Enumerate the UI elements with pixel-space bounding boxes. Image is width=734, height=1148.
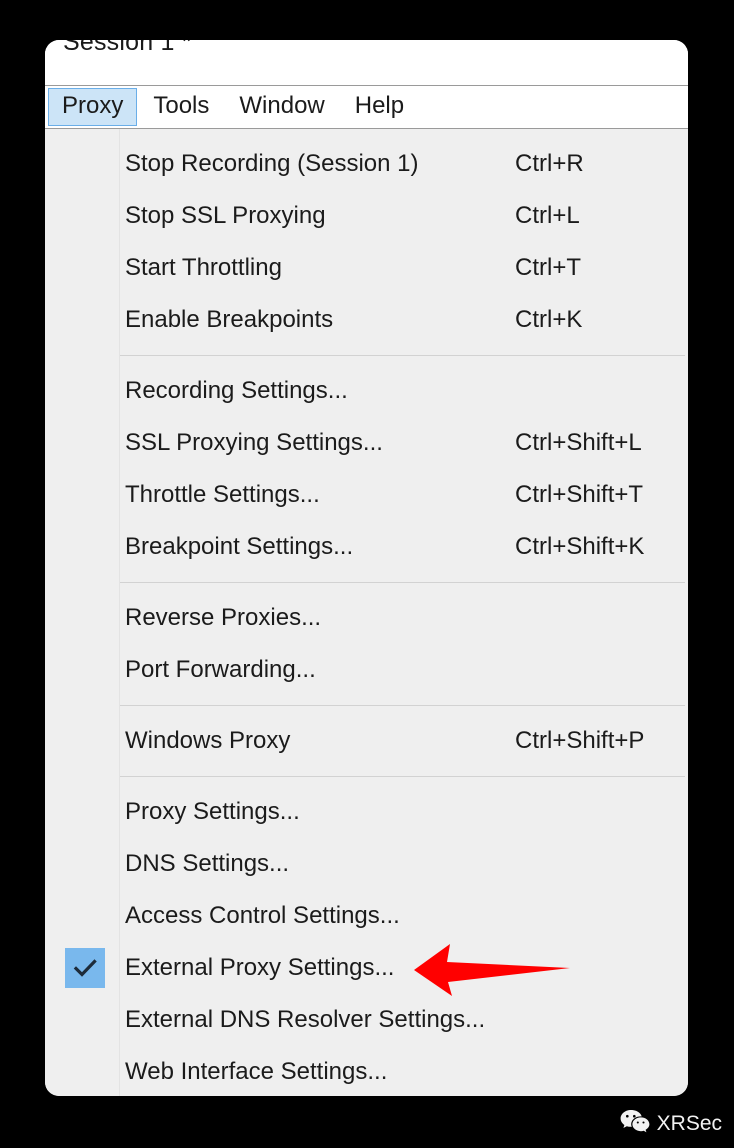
menu-item[interactable]: Access Control Settings... (45, 890, 688, 942)
menu-item[interactable]: Proxy Settings... (45, 786, 688, 838)
menu-item-shortcut: Ctrl+K (515, 307, 582, 333)
wechat-icon (620, 1108, 650, 1138)
proxy-dropdown-menu[interactable]: Stop Recording (Session 1) Ctrl+R Stop SSL… (45, 129, 688, 1096)
menu-item-label: Web Interface Settings... (125, 1059, 387, 1085)
menu-item-label: Reverse Proxies... (125, 605, 321, 631)
menu-item-label: Start Throttling (125, 255, 282, 281)
menu-item-label: External Proxy Settings... (125, 955, 394, 981)
watermark-label: XRSec (657, 1113, 722, 1134)
group-spacer (45, 346, 688, 355)
menu-item-shortcut: Ctrl+R (515, 151, 584, 177)
menu-item[interactable]: Reverse Proxies... (45, 592, 688, 644)
menu-item-label: External DNS Resolver Settings... (125, 1007, 485, 1033)
menu-group: Stop Recording (Session 1) Ctrl+R Stop SSL… (45, 129, 688, 355)
watermark: XRSec (620, 1108, 722, 1138)
menu-item[interactable]: DNS Settings... (45, 838, 688, 890)
menu-item[interactable]: Start Throttling Ctrl+T (45, 242, 688, 294)
menu-group: Recording Settings... SSL Proxying Settin… (45, 356, 688, 582)
group-spacer (45, 356, 688, 365)
menu-item-shortcut: Ctrl+Shift+L (515, 430, 642, 456)
menu-item-label: Enable Breakpoints (125, 307, 333, 333)
menu-item[interactable]: Windows Proxy Ctrl+Shift+P (45, 715, 688, 767)
menu-item-label: DNS Settings... (125, 851, 289, 877)
menu-item-shortcut: Ctrl+Shift+T (515, 482, 643, 508)
menu-bar[interactable]: ProxyToolsWindowHelp (45, 86, 688, 129)
menubar-item-window[interactable]: Window (225, 88, 338, 126)
menubar-item-proxy[interactable]: Proxy (48, 88, 137, 126)
menu-item[interactable]: Port Forwarding... (45, 644, 688, 696)
menubar-item-tools[interactable]: Tools (139, 88, 223, 126)
group-spacer (45, 777, 688, 786)
menu-group: Windows Proxy Ctrl+Shift+P (45, 706, 688, 776)
menu-item-label: Stop SSL Proxying (125, 203, 326, 229)
menu-item[interactable]: Stop Recording (Session 1) Ctrl+R (45, 138, 688, 190)
menu-item[interactable]: Recording Settings... (45, 365, 688, 417)
menu-item-label: Port Forwarding... (125, 657, 316, 683)
menu-item-shortcut: Ctrl+L (515, 203, 580, 229)
menu-item[interactable]: Stop SSL Proxying Ctrl+L (45, 190, 688, 242)
menu-item[interactable]: Throttle Settings... Ctrl+Shift+T (45, 469, 688, 521)
group-spacer (45, 129, 688, 138)
menu-item-label: Access Control Settings... (125, 903, 400, 929)
menu-group: Reverse Proxies... Port Forwarding... (45, 583, 688, 705)
group-spacer (45, 767, 688, 776)
menu-group: Proxy Settings... DNS Settings... Access C… (45, 777, 688, 1096)
menu-item-label: Stop Recording (Session 1) (125, 151, 418, 177)
title-bar: Session 1 * (45, 40, 688, 86)
menu-item-shortcut: Ctrl+Shift+P (515, 728, 644, 754)
group-spacer (45, 706, 688, 715)
menu-item-label: Breakpoint Settings... (125, 534, 353, 560)
group-spacer (45, 696, 688, 705)
menu-item-label: Windows Proxy (125, 728, 290, 754)
menu-item[interactable]: External DNS Resolver Settings... (45, 994, 688, 1046)
menu-groups-container: Stop Recording (Session 1) Ctrl+R Stop SSL… (45, 129, 688, 1096)
application-window: Session 1 * ProxyToolsWindowHelp Stop Re… (45, 40, 688, 1096)
checkmark-icon (65, 948, 105, 988)
menu-item-shortcut: Ctrl+Shift+K (515, 534, 644, 560)
group-spacer (45, 583, 688, 592)
menu-item[interactable]: Enable Breakpoints Ctrl+K (45, 294, 688, 346)
menu-item-label: Proxy Settings... (125, 799, 300, 825)
group-spacer (45, 573, 688, 582)
menu-item-label: Throttle Settings... (125, 482, 320, 508)
menubar-item-help[interactable]: Help (341, 88, 418, 126)
menu-item-label: SSL Proxying Settings... (125, 430, 383, 456)
menu-item[interactable]: Breakpoint Settings... Ctrl+Shift+K (45, 521, 688, 573)
menu-item-label: Recording Settings... (125, 378, 348, 404)
menu-item[interactable]: SSL Proxying Settings... Ctrl+Shift+L (45, 417, 688, 469)
session-title: Session 1 * (63, 40, 192, 57)
menu-item[interactable]: External Proxy Settings... (45, 942, 688, 994)
menu-item-shortcut: Ctrl+T (515, 255, 581, 281)
menu-item[interactable]: Web Interface Settings... (45, 1046, 688, 1096)
